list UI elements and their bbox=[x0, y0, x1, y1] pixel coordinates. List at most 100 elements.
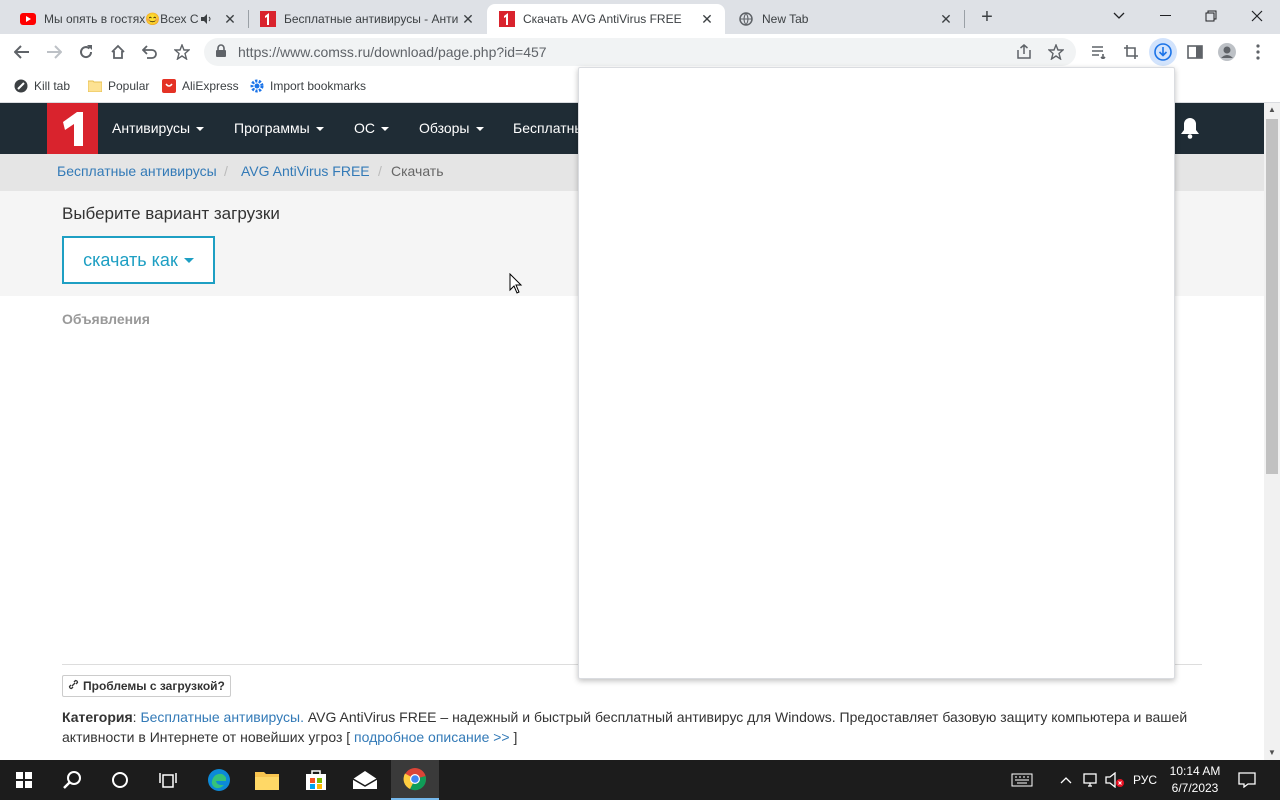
mail-icon[interactable] bbox=[341, 760, 389, 800]
keyboard-icon[interactable] bbox=[1008, 760, 1036, 800]
undo-icon[interactable] bbox=[136, 38, 164, 66]
breadcrumb-separator: / bbox=[224, 163, 228, 179]
notification-icon[interactable] bbox=[1234, 760, 1260, 800]
bookmark-star-icon[interactable] bbox=[168, 38, 196, 66]
comss-logo-icon bbox=[260, 11, 276, 27]
restore-icon[interactable] bbox=[1188, 0, 1234, 32]
crop-icon[interactable] bbox=[1117, 38, 1145, 66]
download-title: Выберите вариант загрузки bbox=[62, 204, 280, 223]
speaker-icon[interactable] bbox=[198, 11, 214, 27]
description-end: ] bbox=[509, 729, 518, 745]
close-icon[interactable]: ✕ bbox=[222, 11, 238, 27]
download-as-button[interactable]: скачать как bbox=[62, 236, 215, 284]
page-scrollbar[interactable]: ▲ ▼ bbox=[1264, 103, 1280, 760]
edge-icon[interactable] bbox=[195, 760, 243, 800]
category-link[interactable]: Бесплатные антивирусы. bbox=[140, 709, 304, 725]
nav-free[interactable]: Бесплатны bbox=[513, 120, 584, 136]
tab-comss-antivirus[interactable]: Бесплатные антивирусы - Анти ✕ bbox=[248, 4, 486, 34]
bookmark-import[interactable]: Import bookmarks bbox=[250, 76, 366, 96]
killtab-icon bbox=[14, 79, 28, 93]
mouse-cursor-icon bbox=[509, 272, 523, 295]
breadcrumb-current: Скачать bbox=[391, 163, 444, 179]
description: Категория: Бесплатные антивирусы. AVG An… bbox=[62, 709, 1188, 745]
lock-icon[interactable] bbox=[215, 44, 229, 58]
scroll-thumb[interactable] bbox=[1266, 119, 1278, 474]
download-icon[interactable] bbox=[1149, 38, 1177, 66]
store-icon[interactable] bbox=[292, 760, 340, 800]
comss-logo-icon bbox=[499, 11, 515, 27]
side-panel-icon[interactable] bbox=[1181, 38, 1209, 66]
menu-dots-icon[interactable] bbox=[1244, 38, 1272, 66]
bookmark-popular[interactable]: Popular bbox=[88, 76, 149, 96]
scroll-up-arrow-icon[interactable]: ▲ bbox=[1264, 103, 1280, 117]
bookmark-label: AliExpress bbox=[182, 79, 239, 93]
new-tab-button[interactable]: + bbox=[976, 6, 998, 28]
tab-new-tab[interactable]: New Tab ✕ bbox=[726, 4, 964, 34]
task-view-icon[interactable] bbox=[144, 760, 192, 800]
volume-muted-icon[interactable] bbox=[1104, 760, 1126, 800]
share-icon[interactable] bbox=[1016, 44, 1032, 63]
caret-down-icon bbox=[183, 257, 194, 263]
tab-title: Бесплатные антивирусы - Анти bbox=[284, 12, 459, 26]
clock-time: 10:14 AM bbox=[1169, 764, 1221, 778]
profile-avatar-icon[interactable] bbox=[1213, 38, 1241, 66]
reload-icon[interactable] bbox=[72, 38, 100, 66]
breadcrumb-free-antivirus[interactable]: Бесплатные антивирусы bbox=[57, 163, 217, 179]
breadcrumb-avg[interactable]: AVG AntiVirus FREE bbox=[241, 163, 370, 179]
ads-label: Объявления bbox=[62, 311, 150, 327]
download-button-label: скачать как bbox=[83, 249, 178, 270]
windows-taskbar: РУС 10:14 AM 6/7/2023 bbox=[0, 760, 1280, 800]
downloads-popup[interactable] bbox=[578, 67, 1175, 679]
back-icon[interactable] bbox=[8, 38, 36, 66]
bookmark-label: Import bookmarks bbox=[270, 79, 367, 93]
bookmark-kill-tab[interactable]: Kill tab bbox=[14, 76, 70, 96]
system-clock[interactable]: 10:14 AM 6/7/2023 bbox=[1160, 763, 1230, 797]
scroll-down-arrow-icon[interactable]: ▼ bbox=[1264, 746, 1280, 760]
nav-reviews[interactable]: Обзоры bbox=[419, 120, 484, 136]
home-icon[interactable] bbox=[104, 38, 132, 66]
star-icon[interactable] bbox=[1047, 43, 1065, 63]
category-label: Категория bbox=[62, 709, 133, 725]
close-icon[interactable]: ✕ bbox=[699, 11, 715, 27]
url-text: https://www.comss.ru/download/page.php?i… bbox=[238, 44, 547, 60]
window-close-icon[interactable] bbox=[1234, 0, 1280, 32]
chrome-taskbar-icon[interactable] bbox=[391, 760, 439, 800]
gear-icon bbox=[250, 79, 264, 93]
forward-icon[interactable] bbox=[40, 38, 68, 66]
network-icon[interactable] bbox=[1080, 760, 1102, 800]
nav-antivirus[interactable]: Антивирусы bbox=[112, 120, 205, 136]
youtube-icon bbox=[20, 11, 36, 27]
comss-logo[interactable] bbox=[47, 103, 98, 154]
bookmark-label: Kill tab bbox=[34, 79, 71, 93]
nav-programs[interactable]: Программы bbox=[234, 120, 324, 136]
tab-strip: Мы опять в гостях😊Всех С ✕ Бесплатные ан… bbox=[0, 0, 1280, 34]
input-language[interactable]: РУС bbox=[1128, 760, 1162, 800]
link-icon bbox=[68, 679, 79, 693]
tab-title: New Tab bbox=[762, 12, 809, 26]
download-problems-button[interactable]: Проблемы с загрузкой? bbox=[62, 675, 231, 697]
cortana-icon[interactable] bbox=[96, 760, 144, 800]
bookmark-label: Popular bbox=[108, 79, 150, 93]
reading-list-icon[interactable] bbox=[1085, 38, 1113, 66]
tab-avg-download[interactable]: Скачать AVG AntiVirus FREE ✕ bbox=[487, 4, 725, 34]
minimize-icon[interactable] bbox=[1142, 0, 1188, 32]
close-icon[interactable]: ✕ bbox=[938, 11, 954, 27]
file-explorer-icon[interactable] bbox=[243, 760, 291, 800]
breadcrumb-separator: / bbox=[378, 163, 382, 179]
close-icon[interactable]: ✕ bbox=[460, 11, 476, 27]
tab-youtube[interactable]: Мы опять в гостях😊Всех С ✕ bbox=[8, 4, 248, 34]
bookmark-aliexpress[interactable]: AliExpress bbox=[162, 76, 239, 96]
aliexpress-icon bbox=[162, 79, 176, 93]
tab-title: Скачать AVG AntiVirus FREE bbox=[523, 12, 682, 26]
tab-search-chevron-icon[interactable] bbox=[1096, 0, 1142, 32]
address-bar[interactable]: https://www.comss.ru/download/page.php?i… bbox=[204, 38, 1076, 66]
search-icon[interactable] bbox=[48, 760, 96, 800]
folder-icon bbox=[88, 79, 102, 93]
windows-start-icon[interactable] bbox=[0, 760, 48, 800]
tab-title: Мы опять в гостях😊Всех С bbox=[44, 12, 198, 26]
globe-icon bbox=[738, 11, 754, 27]
nav-os[interactable]: ОС bbox=[354, 120, 389, 136]
more-description-link[interactable]: подробное описание >> bbox=[354, 729, 510, 745]
bell-icon[interactable] bbox=[1180, 117, 1202, 139]
tray-chevron-up-icon[interactable] bbox=[1056, 760, 1076, 800]
